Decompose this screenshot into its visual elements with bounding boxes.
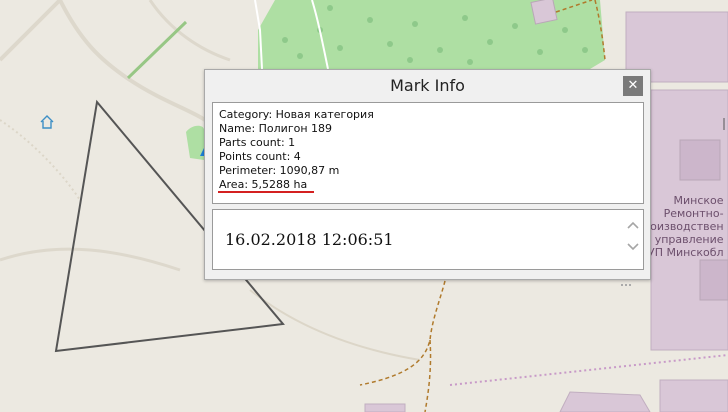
- date-text-box[interactable]: 16.02.2018 12:06:51: [212, 209, 644, 270]
- close-button[interactable]: ✕: [623, 76, 643, 96]
- info-text-box[interactable]: Category: Новая категория Name: Полигон …: [212, 102, 644, 204]
- category-line: Category: Новая категория: [219, 108, 374, 121]
- building-label-line: УП Минскобл: [648, 246, 724, 259]
- name-line: Name: Полигон 189: [219, 122, 333, 135]
- building-label-line: оизводствен: [650, 220, 724, 233]
- chevron-down-icon[interactable]: [625, 242, 641, 256]
- mark-info-dialog: Mark Info ✕ Category: Новая категория Na…: [204, 69, 651, 286]
- points-count-line: Points count: 4: [219, 150, 301, 163]
- resize-grip[interactable]: [621, 271, 641, 286]
- building-label-line: Минское: [673, 194, 724, 207]
- area-highlight-underline: [218, 191, 314, 193]
- dialog-title[interactable]: Mark Info: [205, 76, 650, 95]
- area-line: Area: 5,5288 ha: [219, 178, 308, 191]
- building-label-line: Ремонтно-: [663, 207, 724, 220]
- building-label: Минское Ремонтно- оизводствен управление…: [648, 194, 724, 259]
- info-lines: Category: Новая категория Name: Полигон …: [219, 108, 374, 192]
- chevron-up-icon[interactable]: [625, 220, 641, 234]
- building-label-line: управление: [654, 233, 724, 246]
- date-text: 16.02.2018 12:06:51: [225, 230, 394, 249]
- perimeter-line: Perimeter: 1090,87 m: [219, 164, 340, 177]
- parts-count-line: Parts count: 1: [219, 136, 296, 149]
